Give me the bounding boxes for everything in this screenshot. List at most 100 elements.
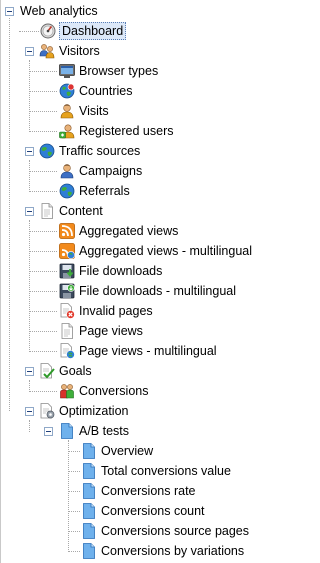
- page-blue-icon: [59, 423, 75, 439]
- tree-node-label: Total conversions value: [101, 464, 231, 478]
- tree-line: [68, 491, 80, 492]
- globe-icon: [59, 83, 75, 99]
- page-multilingual-icon: [59, 343, 75, 359]
- tree-node-visitors[interactable]: Visitors: [39, 41, 101, 61]
- tree-line: [19, 31, 39, 32]
- tree-node-page-views-multilingual[interactable]: Page views - multilingual: [59, 341, 218, 361]
- tree-node-label: Overview: [101, 444, 154, 458]
- tree-node-goals[interactable]: Goals: [39, 361, 93, 381]
- tree-line: [9, 18, 10, 411]
- tree-node-file-downloads[interactable]: File downloads: [59, 261, 163, 281]
- visitors-icon: [39, 43, 55, 59]
- collapse-toggle-traffic-sources[interactable]: [25, 147, 34, 156]
- tree-line: [68, 440, 69, 552]
- tree-node-total-conversions-value[interactable]: Total conversions value: [81, 461, 232, 481]
- tree-node-label: Optimization: [59, 404, 129, 418]
- tree-node-conversions-by-variations[interactable]: Conversions by variations: [81, 541, 245, 561]
- browser-icon: [59, 63, 75, 79]
- tree-line: [29, 231, 57, 232]
- goals-check-icon: [39, 363, 55, 379]
- tree-line: [29, 331, 57, 332]
- tree-node-campaigns[interactable]: Campaigns: [59, 161, 143, 181]
- tree-node-aggregated-views[interactable]: Aggregated views: [59, 221, 179, 241]
- tree-node-label: A/B tests: [79, 424, 130, 438]
- tree-line: [68, 551, 80, 552]
- tree-line: [29, 291, 57, 292]
- optimization-page-icon: [39, 403, 55, 419]
- tree-node-label: Conversions rate: [101, 484, 196, 498]
- web-analytics-tree: Web analytics Dashboard Visitors Browser…: [0, 0, 282, 563]
- tree-line: [29, 351, 57, 352]
- tree-line: [68, 451, 80, 452]
- tree-line: [29, 391, 57, 392]
- tree-line: [29, 311, 57, 312]
- tree-node-referrals[interactable]: Referrals: [59, 181, 131, 201]
- tree-node-visits[interactable]: Visits: [59, 101, 110, 121]
- tree-node-ab-tests[interactable]: A/B tests: [59, 421, 130, 441]
- tree-node-label: Campaigns: [79, 164, 143, 178]
- tree-node-label: Referrals: [79, 184, 130, 198]
- page-blue-icon: [81, 443, 97, 459]
- tree-node-page-views[interactable]: Page views: [59, 321, 144, 341]
- page-blue-icon: [81, 463, 97, 479]
- collapse-toggle-optimization[interactable]: [25, 407, 34, 416]
- page-icon: [59, 323, 75, 339]
- tree-node-traffic-sources[interactable]: Traffic sources: [39, 141, 141, 161]
- user-icon: [59, 163, 75, 179]
- tree-node-conversions-rate[interactable]: Conversions rate: [81, 481, 197, 501]
- tree-node-file-downloads-multilingual[interactable]: File downloads - multilingual: [59, 281, 237, 301]
- conversions-people-icon: [59, 383, 75, 399]
- file-download-multilingual-icon: [59, 283, 75, 299]
- tree-node-registered-users[interactable]: Registered users: [59, 121, 175, 141]
- tree-node-label: Page views: [79, 324, 143, 338]
- tree-node-dashboard[interactable]: Dashboard: [40, 21, 127, 41]
- tree-node-label: Content: [59, 204, 103, 218]
- tree-node-invalid-pages[interactable]: Invalid pages: [59, 301, 154, 321]
- collapse-toggle-goals[interactable]: [25, 367, 34, 376]
- tree-node-optimization[interactable]: Optimization: [39, 401, 129, 421]
- tree-node-label: Conversions: [79, 384, 149, 398]
- tree-node-label: Visitors: [59, 44, 100, 58]
- tree-line: [29, 251, 57, 252]
- rss-icon: [59, 223, 75, 239]
- tree-node-label: File downloads: [79, 264, 163, 278]
- tree-node-label: Conversions count: [101, 504, 205, 518]
- tree-line: [29, 220, 30, 352]
- tree-line: [29, 271, 57, 272]
- tree-line: [68, 471, 80, 472]
- tree-line: [29, 420, 30, 432]
- page-blue-icon: [81, 523, 97, 539]
- tree-node-countries[interactable]: Countries: [59, 81, 134, 101]
- tree-node-conversions-count[interactable]: Conversions count: [81, 501, 206, 521]
- collapse-toggle-visitors[interactable]: [25, 47, 34, 56]
- tree-node-content[interactable]: Content: [39, 201, 104, 221]
- dashboard-gauge-icon: [40, 23, 56, 39]
- tree-node-conversions[interactable]: Conversions: [59, 381, 149, 401]
- tree-line: [29, 171, 57, 172]
- tree-node-label: Conversions by variations: [101, 544, 245, 558]
- tree-node-browser-types[interactable]: Browser types: [59, 61, 159, 81]
- collapse-toggle-content[interactable]: [25, 207, 34, 216]
- tree-node-label: Registered users: [79, 124, 174, 138]
- globe-icon: [59, 183, 75, 199]
- tree-node-web-analytics[interactable]: Web analytics: [17, 1, 99, 21]
- collapse-toggle-ab-tests[interactable]: [44, 427, 53, 436]
- tree-line: [29, 111, 57, 112]
- tree-node-label: Invalid pages: [79, 304, 153, 318]
- file-download-icon: [59, 263, 75, 279]
- tree-node-label: Traffic sources: [59, 144, 141, 158]
- tree-node-label: Visits: [79, 104, 109, 118]
- tree-line: [29, 131, 57, 132]
- tree-line: [29, 91, 57, 92]
- tree-node-label: Page views - multilingual: [79, 344, 217, 358]
- tree-node-label: Web analytics: [20, 4, 98, 18]
- tree-node-conversions-source-pages[interactable]: Conversions source pages: [81, 521, 250, 541]
- rss-multilingual-icon: [59, 243, 75, 259]
- tree-node-label: Conversions source pages: [101, 524, 249, 538]
- collapse-toggle-web-analytics[interactable]: [5, 7, 14, 16]
- tree-node-aggregated-views-multilingual[interactable]: Aggregated views - multilingual: [59, 241, 253, 261]
- user-add-icon: [59, 123, 75, 139]
- globe-icon: [39, 143, 55, 159]
- tree-node-overview[interactable]: Overview: [81, 441, 154, 461]
- page-blue-icon: [81, 503, 97, 519]
